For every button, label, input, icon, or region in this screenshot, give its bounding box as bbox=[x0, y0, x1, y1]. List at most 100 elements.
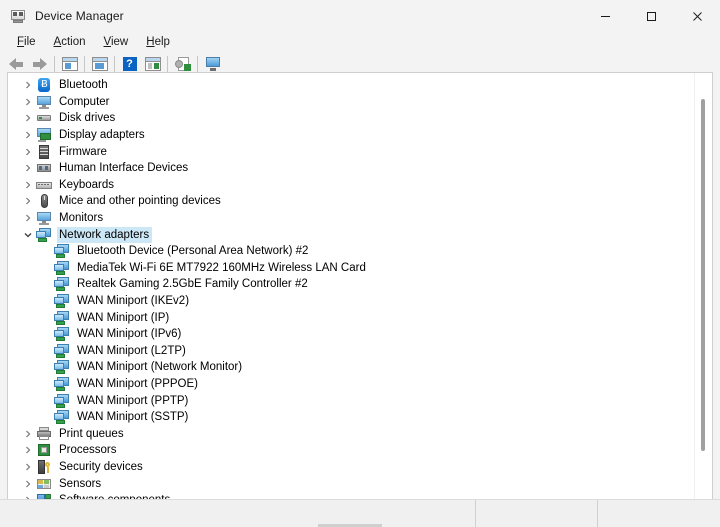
tree-item[interactable]: MediaTek Wi-Fi 6E MT7922 160MHz Wireless… bbox=[8, 260, 695, 277]
tree-item-label: WAN Miniport (SSTP) bbox=[77, 411, 189, 424]
chevron-right-icon[interactable] bbox=[20, 430, 36, 438]
tree-item-label: Computer bbox=[59, 95, 110, 108]
toolbar-separator bbox=[197, 56, 198, 72]
monitor-icon bbox=[205, 57, 221, 71]
network-adapter-icon bbox=[54, 326, 70, 342]
chevron-right-icon[interactable] bbox=[20, 197, 36, 205]
chevron-right-icon[interactable] bbox=[20, 480, 36, 488]
status-bar bbox=[0, 499, 720, 527]
device-tree: Ƀ Bluetooth Computer Disk drives Display ada… bbox=[8, 77, 695, 499]
chevron-right-icon[interactable] bbox=[20, 214, 36, 222]
tree-item[interactable]: Ƀ Bluetooth bbox=[8, 77, 695, 94]
tree-item[interactable]: WAN Miniport (IP) bbox=[8, 309, 695, 326]
tree-item[interactable]: WAN Miniport (Network Monitor) bbox=[8, 359, 695, 376]
tree-item[interactable]: Human Interface Devices bbox=[8, 160, 695, 177]
menu-file[interactable]: File bbox=[8, 32, 45, 52]
tree-item[interactable]: WAN Miniport (L2TP) bbox=[8, 343, 695, 360]
chevron-right-icon[interactable] bbox=[20, 164, 36, 172]
tree-item[interactable]: WAN Miniport (PPTP) bbox=[8, 392, 695, 409]
network-adapter-icon bbox=[54, 310, 70, 326]
scan-hardware-icon bbox=[174, 57, 191, 71]
tree-item-label: Sensors bbox=[59, 477, 102, 490]
window-title: Device Manager bbox=[35, 9, 124, 23]
tree-item[interactable]: Firmware bbox=[8, 143, 695, 160]
tree-item-label: Mice and other pointing devices bbox=[59, 195, 221, 208]
tree-item[interactable]: Monitors bbox=[8, 210, 695, 227]
tree-item-label: WAN Miniport (IP) bbox=[77, 311, 170, 324]
network-adapter-icon bbox=[54, 393, 70, 409]
chevron-right-icon[interactable] bbox=[20, 98, 36, 106]
tree-item[interactable]: Bluetooth Device (Personal Area Network)… bbox=[8, 243, 695, 260]
close-button[interactable] bbox=[674, 0, 720, 32]
menu-action-rest: ction bbox=[61, 36, 86, 48]
vertical-scrollbar[interactable] bbox=[694, 73, 712, 499]
device-manager-window: Device Manager File Action View Help ? Ƀ… bbox=[0, 0, 720, 527]
menu-file-accel: F bbox=[17, 36, 25, 48]
tree-item[interactable]: WAN Miniport (IKEv2) bbox=[8, 293, 695, 310]
network-adapter-icon bbox=[54, 260, 70, 276]
status-panel-tertiary bbox=[598, 500, 720, 527]
monitor-icon bbox=[36, 210, 52, 226]
menu-action[interactable]: Action bbox=[45, 32, 95, 52]
chevron-right-icon[interactable] bbox=[20, 131, 36, 139]
maximize-button[interactable] bbox=[628, 0, 674, 32]
tree-item[interactable]: Sensors bbox=[8, 475, 695, 492]
tree-item-label: Display adapters bbox=[59, 129, 145, 142]
chevron-right-icon[interactable] bbox=[20, 148, 36, 156]
tree-item-label: Realtek Gaming 2.5GbE Family Controller … bbox=[77, 278, 308, 291]
tree-item-label: Security devices bbox=[59, 460, 143, 473]
chevron-right-icon[interactable] bbox=[20, 446, 36, 454]
tree-item[interactable]: Print queues bbox=[8, 425, 695, 442]
tree-item[interactable]: Display adapters bbox=[8, 127, 695, 144]
tree-item[interactable]: WAN Miniport (PPPOE) bbox=[8, 376, 695, 393]
tree-item[interactable]: Keyboards bbox=[8, 177, 695, 194]
tree-item-label: Network adapters bbox=[57, 226, 153, 243]
chevron-right-icon[interactable] bbox=[20, 81, 36, 89]
tree-item[interactable]: Security devices bbox=[8, 459, 695, 476]
tree-item-label: MediaTek Wi-Fi 6E MT7922 160MHz Wireless… bbox=[77, 261, 366, 274]
menu-help[interactable]: Help bbox=[137, 32, 179, 52]
tree-item[interactable]: Network adapters bbox=[8, 226, 695, 243]
sensor-icon bbox=[36, 476, 52, 492]
status-panel-main bbox=[0, 500, 476, 527]
tree-item[interactable]: Computer bbox=[8, 94, 695, 111]
toolbar-separator bbox=[54, 56, 55, 72]
tree-item-label: Bluetooth Device (Personal Area Network)… bbox=[77, 245, 309, 258]
tree-item-label: WAN Miniport (PPPOE) bbox=[77, 377, 198, 390]
tree-item-label: WAN Miniport (IKEv2) bbox=[77, 295, 190, 308]
human-interface-device-icon bbox=[36, 160, 52, 176]
help-icon: ? bbox=[122, 57, 137, 71]
arrow-right-icon bbox=[32, 57, 47, 71]
tree-item[interactable]: Disk drives bbox=[8, 110, 695, 127]
chevron-down-icon[interactable] bbox=[20, 231, 36, 239]
network-adapter-icon bbox=[54, 359, 70, 375]
processor-icon bbox=[36, 442, 52, 458]
tree-item[interactable]: WAN Miniport (IPv6) bbox=[8, 326, 695, 343]
chevron-right-icon[interactable] bbox=[20, 114, 36, 122]
properties-icon bbox=[61, 57, 78, 71]
menu-help-accel: H bbox=[146, 36, 155, 48]
chevron-right-icon[interactable] bbox=[20, 181, 36, 189]
tree-item-label: Keyboards bbox=[59, 178, 114, 191]
mouse-icon bbox=[36, 193, 52, 209]
tree-item[interactable]: WAN Miniport (SSTP) bbox=[8, 409, 695, 426]
chevron-right-icon[interactable] bbox=[20, 463, 36, 471]
network-adapter-icon bbox=[54, 243, 70, 259]
tree-item-label: WAN Miniport (IPv6) bbox=[77, 328, 182, 341]
device-tree-panel: Ƀ Bluetooth Computer Disk drives Display ada… bbox=[7, 72, 713, 500]
minimize-button[interactable] bbox=[582, 0, 628, 32]
tree-item-label: Monitors bbox=[59, 212, 104, 225]
tree-item[interactable]: Processors bbox=[8, 442, 695, 459]
update-driver-icon bbox=[91, 57, 108, 71]
menu-help-rest: elp bbox=[154, 36, 170, 48]
scrollbar-thumb[interactable] bbox=[701, 99, 705, 451]
network-adapter-icon bbox=[54, 276, 70, 292]
tree-item[interactable]: Mice and other pointing devices bbox=[8, 193, 695, 210]
tree-item-label: Disk drives bbox=[59, 112, 116, 125]
tree-item[interactable]: Realtek Gaming 2.5GbE Family Controller … bbox=[8, 276, 695, 293]
menu-file-rest: ile bbox=[24, 36, 36, 48]
menu-view[interactable]: View bbox=[95, 32, 138, 52]
security-device-icon bbox=[36, 459, 52, 475]
tree-item-label: Firmware bbox=[59, 145, 107, 158]
network-adapter-icon bbox=[36, 227, 52, 243]
